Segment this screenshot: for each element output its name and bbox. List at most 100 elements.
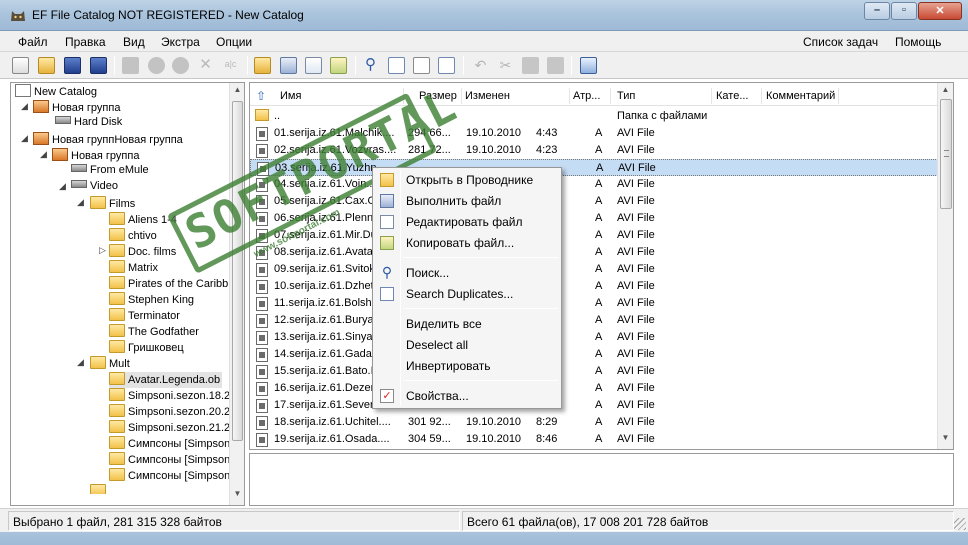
file-list[interactable]: ⇧ Имя Размер Изменен Атр... Тип Кате... … xyxy=(249,82,954,450)
tree-item-folder[interactable]: Simpsoni.sezon.18.2 xyxy=(109,388,230,404)
tree-item-catalog[interactable]: New Catalog xyxy=(15,84,97,100)
copy-icon[interactable] xyxy=(330,57,347,74)
list-row[interactable]: 12.serija.iz.61.Burya... A AVI File xyxy=(250,312,940,329)
collapse-icon[interactable]: ◢ xyxy=(40,149,47,160)
tree-item-folder[interactable]: Matrix xyxy=(109,260,158,276)
collapse-icon[interactable]: ◢ xyxy=(59,181,66,192)
ctx-invert[interactable]: Инвертировать xyxy=(375,356,559,376)
list-row[interactable]: 14.serija.iz.61.Gadal... A AVI File xyxy=(250,346,940,363)
col-name[interactable]: Имя xyxy=(280,90,301,102)
tree-item-folder-selected[interactable]: Avatar.Legenda.ob xyxy=(109,372,223,388)
menu-view[interactable]: Вид xyxy=(123,35,145,49)
tree-item-folder[interactable]: Симпсоны [Simpson xyxy=(109,452,230,468)
ctx-search[interactable]: ⚲ Поиск... xyxy=(375,263,559,283)
minimize-button[interactable]: – xyxy=(864,2,890,20)
list-row[interactable]: 09.serija.iz.61.Svitok... A AVI File xyxy=(250,261,940,278)
ctx-open-in-explorer[interactable]: Открыть в Проводнике xyxy=(375,170,559,190)
tree-item-group[interactable]: Новая группНовая группа xyxy=(33,132,183,148)
tree-item-folder[interactable]: Pirates of the Caribb xyxy=(109,276,228,292)
tree-item-folder[interactable]: Terminator xyxy=(109,308,180,324)
list-row[interactable]: 16.serija.iz.61.Dezer... A AVI File xyxy=(250,380,940,397)
paste-icon[interactable] xyxy=(547,57,564,74)
tree-item-folder[interactable]: Симпсоны [Simpson xyxy=(109,436,230,452)
collapse-icon[interactable]: ◢ xyxy=(77,357,84,368)
tree-item-folder[interactable]: Гришковец xyxy=(109,340,184,356)
run-icon[interactable] xyxy=(280,57,297,74)
ctx-run-file[interactable]: Выполнить файл xyxy=(375,191,559,211)
list-row[interactable]: 04.serija.iz.61.Voin... A AVI File xyxy=(250,176,940,193)
up-folder-icon[interactable]: ⇧ xyxy=(256,89,266,103)
menu-file[interactable]: Файл xyxy=(18,35,48,49)
tree-item-folder[interactable]: chtivo xyxy=(109,228,157,244)
close-button[interactable]: ✕ xyxy=(918,2,962,20)
tree-item-folder[interactable]: Симпсоны [Simpson xyxy=(109,468,230,484)
col-category[interactable]: Кате... xyxy=(716,90,748,102)
tree-item-disk[interactable]: Hard Disk xyxy=(55,116,122,132)
list-row[interactable]: 19.serija.iz.61.Osada.... 304 59... 19.10.… xyxy=(250,431,940,448)
export-icon[interactable] xyxy=(580,57,597,74)
col-attributes[interactable]: Атр... xyxy=(573,90,600,102)
list-row[interactable]: 07.serija.iz.61.Mir.Du... A AVI File xyxy=(250,227,940,244)
duplicates-icon[interactable] xyxy=(388,57,405,74)
tree-item-disk[interactable]: Video xyxy=(71,180,118,196)
new-catalog-icon[interactable] xyxy=(12,57,29,74)
scroll-down-icon[interactable]: ▼ xyxy=(938,433,953,447)
tree-item-folder[interactable]: Aliens 1-4 xyxy=(109,212,177,228)
tree-item-group[interactable]: Новая группа xyxy=(52,148,139,164)
menu-options[interactable]: Опции xyxy=(216,35,252,49)
col-modified[interactable]: Изменен xyxy=(465,90,510,102)
list-row[interactable]: 01.serija.iz.61.Malchik.... 294 66... 19.1… xyxy=(250,125,940,142)
open-icon[interactable] xyxy=(38,57,55,74)
list-row[interactable]: 03.serija.iz.61.Yuzhn... A AVI File xyxy=(250,159,940,176)
list-row[interactable]: 13.serija.iz.61.Sinyay... A AVI File xyxy=(250,329,940,346)
scroll-up-icon[interactable]: ▲ xyxy=(938,85,953,99)
comment-pane[interactable] xyxy=(249,453,954,506)
list-row[interactable]: 02.serija.iz.61.Vozvras.... 281 72... 19.1… xyxy=(250,142,940,159)
save-all-icon[interactable] xyxy=(90,57,107,74)
tree-item-folder-partial[interactable] xyxy=(90,484,109,494)
ctx-properties[interactable]: ✓ Свойства... xyxy=(375,386,559,406)
scroll-down-icon[interactable]: ▼ xyxy=(230,489,244,503)
col-type[interactable]: Тип xyxy=(617,90,635,102)
tree-item-folder[interactable]: Simpsoni.sezon.21.2 xyxy=(109,420,230,436)
collapse-icon[interactable]: ◢ xyxy=(77,197,84,208)
list-scrollbar[interactable]: ▲ ▼ xyxy=(937,83,953,449)
tree-scrollbar[interactable]: ▲ ▼ xyxy=(229,83,244,505)
list-scroll-thumb[interactable] xyxy=(940,99,952,209)
list-row[interactable]: 11.serija.iz.61.Bolsho... A AVI File xyxy=(250,295,940,312)
list-row[interactable]: 15.serija.iz.61.Bato.I... A AVI File xyxy=(250,363,940,380)
folder-tree[interactable]: New Catalog ◢ Новая группа Hard Disk ◢ Н… xyxy=(10,82,245,506)
tree-item-folder[interactable]: The Godfather xyxy=(109,324,199,340)
list-row-parent[interactable]: .. Папка с файлами xyxy=(250,108,940,125)
list-row[interactable]: 17.serija.iz.61.Sever... A AVI File xyxy=(250,397,940,414)
open-folder-icon[interactable] xyxy=(254,57,271,74)
col-size[interactable]: Размер xyxy=(419,90,457,102)
ctx-deselect-all[interactable]: Deselect all xyxy=(375,335,559,355)
undo-icon[interactable]: ↶ xyxy=(472,57,489,74)
collapse-icon[interactable]: ◢ xyxy=(21,101,28,112)
tree-scroll-thumb[interactable] xyxy=(232,101,243,441)
scroll-up-icon[interactable]: ▲ xyxy=(230,85,244,99)
list-row[interactable]: 06.serija.iz.61.Plenni... A AVI File xyxy=(250,210,940,227)
tool-disabled-1-icon[interactable] xyxy=(122,57,139,74)
rename-icon[interactable]: a|c xyxy=(222,57,239,74)
menu-extra[interactable]: Экстра xyxy=(161,35,200,49)
list-row[interactable]: 05.serija.iz.61.Cax.O... A AVI File xyxy=(250,193,940,210)
search-icon[interactable]: ⚲ xyxy=(362,57,379,74)
save-icon[interactable] xyxy=(64,57,81,74)
menu-task-list[interactable]: Список задач xyxy=(803,35,878,49)
title-bar[interactable]: EF File Catalog NOT REGISTERED - New Cat… xyxy=(0,0,968,31)
maximize-button[interactable]: ▫ xyxy=(891,2,917,20)
tree-item-disk[interactable]: From eMule xyxy=(71,164,149,180)
tree-item-group[interactable]: Новая группа xyxy=(33,100,120,116)
delete-icon[interactable]: ✕ xyxy=(197,57,214,74)
col-comment[interactable]: Комментарий xyxy=(766,90,835,102)
cut-icon[interactable]: ✂ xyxy=(497,57,514,74)
view-icon[interactable] xyxy=(413,57,430,74)
tree-item-folder[interactable]: Stephen King xyxy=(109,292,194,308)
tree-item-folder[interactable]: Doc. films xyxy=(109,244,176,260)
collapse-icon[interactable]: ◢ xyxy=(21,133,28,144)
menu-edit[interactable]: Правка xyxy=(65,35,106,49)
ctx-select-all[interactable]: Виделить все xyxy=(375,314,559,334)
ctx-copy-file[interactable]: Копировать файл... xyxy=(375,233,559,253)
